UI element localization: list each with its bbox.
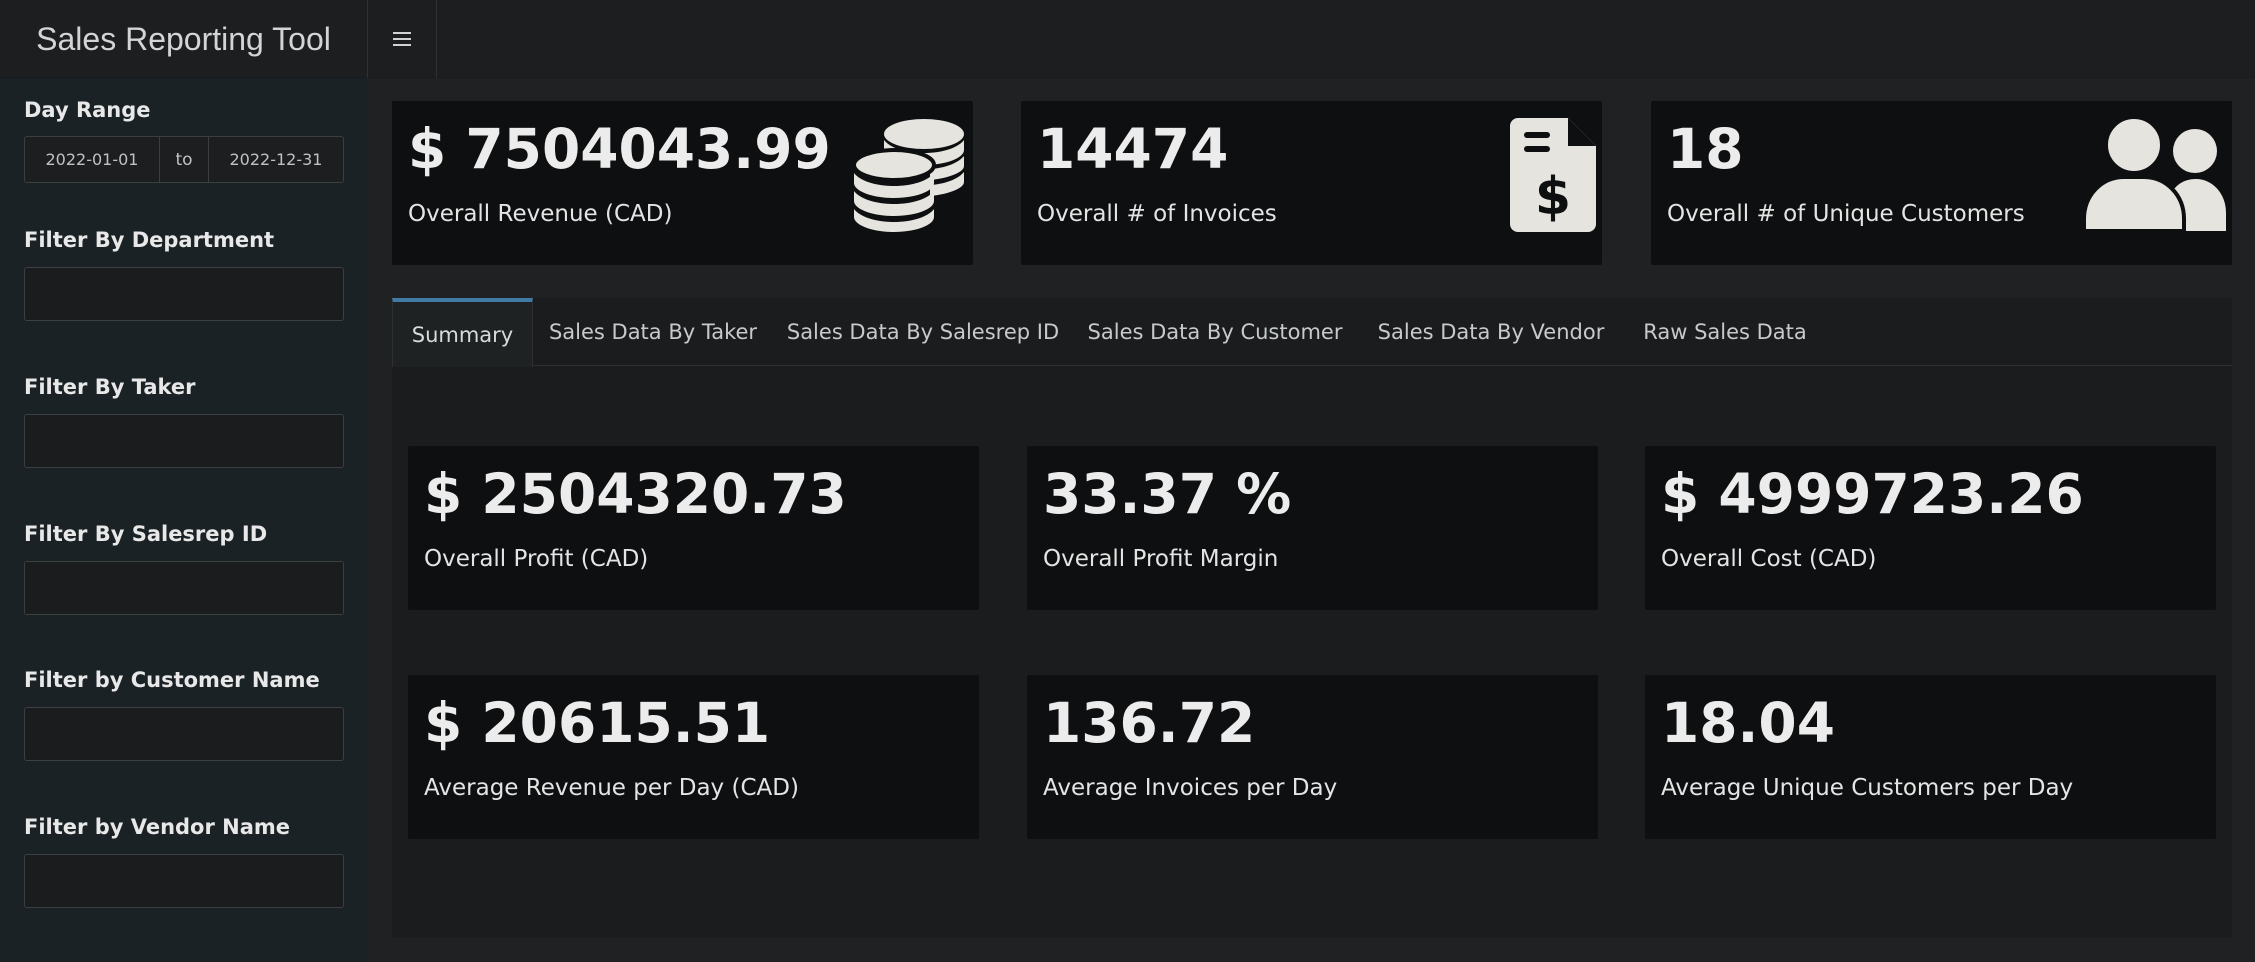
avg-invoices-value-box: 136.72 Average Invoices per Day (1027, 675, 1598, 839)
invoice-dollar-icon: $ (1510, 118, 1596, 232)
filter-department-select[interactable] (24, 267, 344, 321)
filter-taker-label: Filter By Taker (24, 375, 196, 399)
avg-invoices-value: 136.72 (1043, 691, 1256, 755)
tab-raw-sales-data[interactable]: Raw Sales Data (1625, 298, 1825, 366)
tab-sales-by-taker[interactable]: Sales Data By Taker (533, 298, 773, 366)
sidebar: Day Range 2022-01-01 to 2022-12-31 Filte… (0, 78, 367, 962)
cost-value-box: $ 4999723.26 Overall Cost (CAD) (1645, 446, 2216, 610)
date-range-separator: to (159, 137, 209, 182)
filter-vendor-label: Filter by Vendor Name (24, 815, 291, 839)
profit-margin-value: 33.37 % (1043, 462, 1292, 526)
filter-department-label: Filter By Department (24, 228, 275, 252)
profit-value-box: $ 2504320.73 Overall Profit (CAD) (408, 446, 979, 610)
users-icon (2084, 117, 2226, 233)
revenue-value: $ 7504043.99 (408, 117, 831, 181)
start-date-input[interactable]: 2022-01-01 (25, 137, 159, 182)
filter-customer-label: Filter by Customer Name (24, 668, 320, 692)
end-date-input[interactable]: 2022-12-31 (209, 137, 343, 182)
customers-value: 18 (1667, 117, 1744, 181)
avg-revenue-value: $ 20615.51 (424, 691, 771, 755)
tab-bar: Summary Sales Data By Taker Sales Data B… (392, 298, 2232, 367)
hamburger-icon (393, 32, 411, 46)
invoices-value: 14474 (1037, 117, 1229, 181)
tab-summary[interactable]: Summary (392, 298, 533, 367)
avg-invoices-label: Average Invoices per Day (1043, 775, 1338, 801)
profit-margin-value-box: 33.37 % Overall Profit Margin (1027, 446, 1598, 610)
invoices-value-box: 14474 Overall # of Invoices $ (1021, 101, 1602, 265)
filter-taker-select[interactable] (24, 414, 344, 468)
cost-value: $ 4999723.26 (1661, 462, 2084, 526)
tab-sales-by-customer[interactable]: Sales Data By Customer (1073, 298, 1357, 366)
filter-vendor-select[interactable] (24, 854, 344, 908)
cost-label: Overall Cost (CAD) (1661, 546, 1877, 572)
customers-label: Overall # of Unique Customers (1667, 201, 2025, 227)
avg-revenue-value-box: $ 20615.51 Average Revenue per Day (CAD) (408, 675, 979, 839)
top-navbar: Sales Reporting Tool (0, 0, 2255, 78)
tab-panel: Summary Sales Data By Taker Sales Data B… (392, 298, 2232, 938)
revenue-label: Overall Revenue (CAD) (408, 201, 673, 227)
avg-revenue-label: Average Revenue per Day (CAD) (424, 775, 799, 801)
profit-label: Overall Profit (CAD) (424, 546, 649, 572)
tab-sales-by-salesrep[interactable]: Sales Data By Salesrep ID (773, 298, 1073, 366)
profit-value: $ 2504320.73 (424, 462, 847, 526)
svg-text:$: $ (1535, 167, 1571, 227)
customers-value-box: 18 Overall # of Unique Customers (1651, 101, 2232, 265)
day-range-label: Day Range (24, 98, 151, 122)
app-title: Sales Reporting Tool (36, 20, 331, 57)
profit-margin-label: Overall Profit Margin (1043, 546, 1279, 572)
avg-customers-label: Average Unique Customers per Day (1661, 775, 2074, 801)
coins-icon (852, 119, 964, 232)
filter-customer-select[interactable] (24, 707, 344, 761)
revenue-value-box: $ 7504043.99 Overall Revenue (CAD) (392, 101, 973, 265)
day-range-input: 2022-01-01 to 2022-12-31 (24, 136, 344, 183)
avg-customers-value-box: 18.04 Average Unique Customers per Day (1645, 675, 2216, 839)
filter-salesrep-select[interactable] (24, 561, 344, 615)
invoices-label: Overall # of Invoices (1037, 201, 1277, 227)
tab-sales-by-vendor[interactable]: Sales Data By Vendor (1357, 298, 1625, 366)
avg-customers-value: 18.04 (1661, 691, 1835, 755)
sidebar-toggle-button[interactable] (367, 0, 437, 78)
filter-salesrep-label: Filter By Salesrep ID (24, 522, 268, 546)
